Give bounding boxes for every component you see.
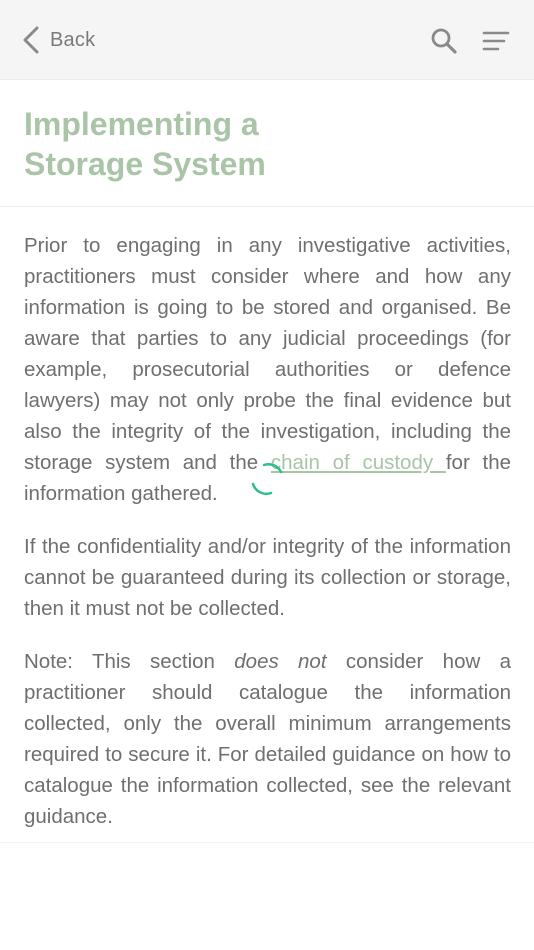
app-screen: Back Implementing a Storage System Prior… <box>0 0 534 950</box>
chain-of-custody-link[interactable]: chain of custody <box>271 451 446 474</box>
paragraph-confidentiality: If the confidentiality and/or integrity … <box>24 535 511 620</box>
paragraph-text: Note: This section <box>24 650 235 673</box>
back-button[interactable]: Back <box>22 24 95 56</box>
emphasis-text: does not <box>234 650 327 673</box>
paragraph-note: Note: This section does not consider how… <box>24 646 511 832</box>
menu-icon <box>482 31 510 51</box>
article-content: Prior to engaging in any investigative a… <box>24 230 511 842</box>
page-title: Implementing a Storage System <box>24 106 266 182</box>
top-navigation-bar: Back <box>0 0 534 80</box>
chevron-left-icon <box>23 26 39 54</box>
content-divider <box>0 842 534 843</box>
title-section: Implementing a Storage System <box>0 80 534 207</box>
search-button[interactable] <box>430 27 458 55</box>
menu-button[interactable] <box>482 28 510 54</box>
search-icon <box>431 28 457 54</box>
paragraph-text: consider how a practitioner should catal… <box>24 650 511 828</box>
paragraph-text: Prior to engaging in any investigative a… <box>24 234 511 474</box>
back-label: Back <box>50 28 96 51</box>
loading-spinner-icon <box>251 463 283 496</box>
